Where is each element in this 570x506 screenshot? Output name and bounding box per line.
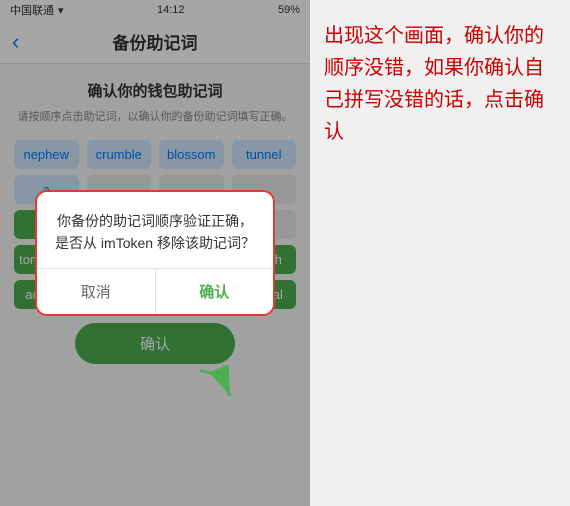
arrow-container	[190, 361, 250, 416]
arrow-icon	[190, 361, 250, 411]
modal-overlay: 你备份的助记词顺序验证正确，是否从 imToken 移除该助记词？ 取消 确认	[0, 0, 310, 506]
annotation-text: 出现这个画面，确认你的顺序没错，如果你确认自己拼写没错的话，点击确认	[324, 20, 556, 148]
modal-cancel-button[interactable]: 取消	[37, 269, 156, 314]
annotation-panel: 出现这个画面，确认你的顺序没错，如果你确认自己拼写没错的话，点击确认	[310, 0, 570, 506]
modal-text: 你备份的助记词顺序验证正确，是否从 imToken 移除该助记词？	[55, 210, 255, 255]
modal-buttons: 取消 确认	[37, 268, 273, 314]
modal-content: 你备份的助记词顺序验证正确，是否从 imToken 移除该助记词？	[37, 192, 273, 269]
modal-confirm-button[interactable]: 确认	[156, 269, 274, 314]
modal-box: 你备份的助记词顺序验证正确，是否从 imToken 移除该助记词？ 取消 确认	[35, 190, 275, 317]
phone-frame: 中国联通 ▾ 14:12 59% ‹ 备份助记词 确认你的钱包助记词 请按顺序点…	[0, 0, 310, 506]
